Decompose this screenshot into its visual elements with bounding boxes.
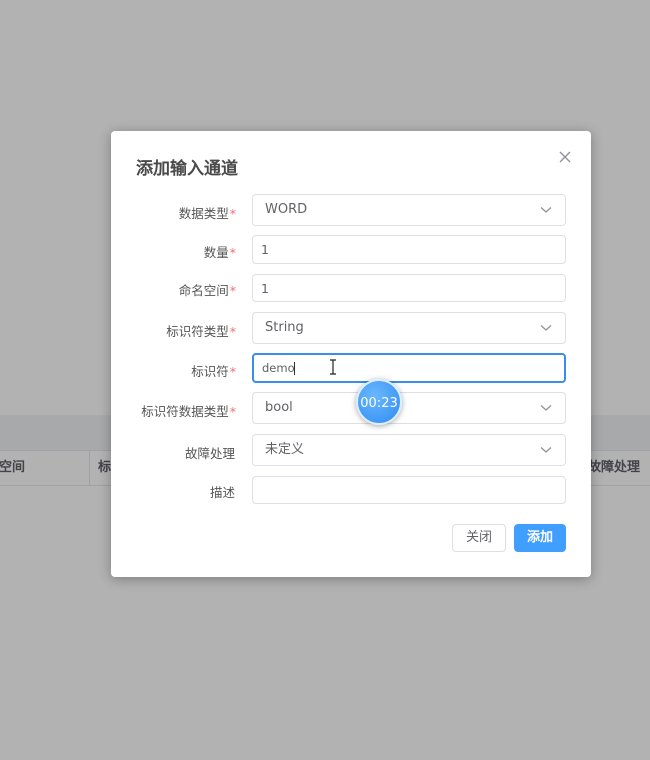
form-row-fault-handling: 故障处理 未定义 xyxy=(111,434,591,466)
data-type-label: 数据类型* xyxy=(178,206,236,221)
quantity-field[interactable] xyxy=(252,235,566,264)
recording-timer-badge[interactable]: 00:23 xyxy=(356,379,402,425)
add-button[interactable]: 添加 xyxy=(514,524,566,552)
description-input[interactable] xyxy=(253,477,541,503)
close-button[interactable]: 关闭 xyxy=(452,524,506,552)
chevron-down-icon xyxy=(540,405,552,411)
form-row-identifier-type: 标识符类型* String xyxy=(111,312,591,344)
description-field[interactable] xyxy=(252,476,566,504)
form-row-data-type: 数据类型* WORD xyxy=(111,194,591,226)
form-row-quantity: 数量* xyxy=(111,235,591,264)
identifier-data-type-select[interactable]: bool xyxy=(252,392,566,424)
identifier-label: 标识符* xyxy=(191,364,236,379)
namespace-field[interactable] xyxy=(252,274,566,302)
description-label: 描述 xyxy=(209,485,235,500)
identifier-type-value: String xyxy=(265,320,304,335)
form-row-identifier: 标识符* xyxy=(111,353,591,383)
identifier-type-label: 标识符类型* xyxy=(166,324,236,339)
form-row-namespace: 命名空间* xyxy=(111,274,591,302)
dialog-title: 添加输入通道 xyxy=(136,159,238,179)
data-type-select[interactable]: WORD xyxy=(252,194,566,226)
chevron-down-icon xyxy=(540,207,552,213)
text-caret xyxy=(294,362,295,375)
identifier-data-type-value: bool xyxy=(265,400,293,415)
add-input-channel-dialog: 添加输入通道 数据类型* WORD 数量* 命名空间* 标识符类型* Strin… xyxy=(111,131,591,577)
identifier-type-select[interactable]: String xyxy=(252,312,566,344)
form-row-identifier-data-type: 标识符数据类型* bool xyxy=(111,392,591,424)
quantity-label: 数量* xyxy=(203,245,236,260)
close-icon[interactable] xyxy=(555,147,575,167)
chevron-down-icon xyxy=(540,447,552,453)
namespace-label: 命名空间* xyxy=(178,283,236,298)
identifier-field[interactable] xyxy=(252,353,566,383)
fault-handling-select[interactable]: 未定义 xyxy=(252,434,566,466)
form-row-description: 描述 xyxy=(111,476,591,504)
text-cursor-icon xyxy=(330,359,336,375)
identifier-data-type-label: 标识符数据类型* xyxy=(141,404,236,419)
fault-handling-label: 故障处理 xyxy=(184,446,235,461)
namespace-input[interactable] xyxy=(253,275,541,301)
chevron-down-icon xyxy=(540,325,552,331)
identifier-input[interactable] xyxy=(254,355,542,381)
fault-handling-value: 未定义 xyxy=(265,442,305,457)
quantity-input[interactable] xyxy=(253,236,541,263)
data-type-value: WORD xyxy=(265,202,308,217)
